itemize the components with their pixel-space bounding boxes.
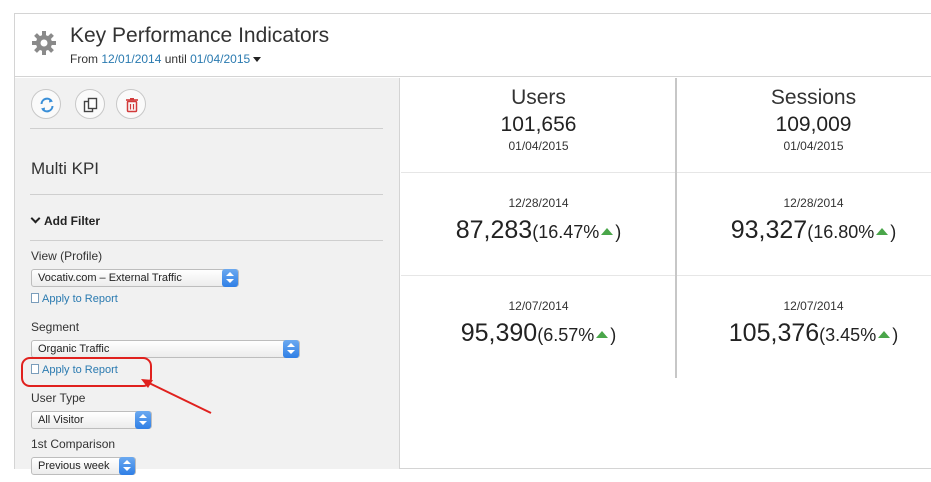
- comparison-value-row: 105,376(3.45%): [728, 319, 899, 347]
- add-filter-toggle[interactable]: Add Filter: [30, 213, 100, 228]
- select-arrows-icon: [283, 340, 299, 358]
- view-apply-to-report-link[interactable]: Apply to Report: [31, 293, 118, 305]
- trend-up-icon: [596, 330, 609, 338]
- metric-value: 101,656: [500, 113, 577, 136]
- comparison-pct: 16.80%: [813, 222, 875, 242]
- metric-date: 01/04/2015: [508, 139, 569, 153]
- copy-icon: [83, 97, 98, 113]
- metric-date: 01/04/2015: [783, 139, 844, 153]
- until-date[interactable]: 01/04/2015: [190, 52, 250, 66]
- segment-label: Segment: [31, 320, 80, 334]
- widget-header: Key Performance Indicators From 12/01/20…: [15, 14, 931, 77]
- highlight-annotation: [21, 357, 152, 387]
- filter-sidebar: Multi KPI Add Filter View (Profile) Voca…: [15, 78, 400, 475]
- comparison-date: 12/28/2014: [508, 196, 569, 210]
- user-type-label: User Type: [31, 391, 86, 405]
- gear-icon[interactable]: [31, 30, 57, 56]
- comparison-value-row: 93,327(16.80%): [730, 216, 897, 244]
- refresh-button[interactable]: [31, 89, 61, 119]
- comparison-label: 1st Comparison: [31, 437, 116, 451]
- view-profile-label: View (Profile): [31, 249, 103, 263]
- divider: [30, 128, 383, 129]
- copy-button[interactable]: [75, 89, 105, 119]
- view-profile-select[interactable]: Vocativ.com – External Traffic: [31, 269, 239, 287]
- segment-select[interactable]: Organic Traffic: [31, 340, 300, 358]
- trend-up-icon: [876, 227, 889, 235]
- comparison-date: 12/07/2014: [783, 299, 844, 313]
- until-label: until: [164, 52, 187, 66]
- divider: [30, 240, 383, 241]
- annotation-arrow-icon: [141, 379, 212, 414]
- comparison-value: 105,376: [728, 319, 820, 347]
- divider: [30, 194, 383, 195]
- delete-button[interactable]: [116, 89, 146, 119]
- select-arrows-icon: [222, 269, 238, 287]
- chevron-down-icon: [30, 213, 41, 224]
- kpi-widget: Key Performance Indicators From 12/01/20…: [14, 13, 931, 475]
- comparison-value: 95,390: [460, 319, 538, 347]
- comparison-select[interactable]: Previous week: [31, 457, 136, 475]
- trend-up-icon: [601, 227, 614, 235]
- comparison-value-row: 87,283(16.47%): [455, 216, 622, 244]
- from-label: From: [70, 52, 98, 66]
- metric-label: Users: [511, 86, 566, 109]
- select-arrows-icon: [119, 457, 135, 475]
- refresh-icon: [40, 97, 54, 113]
- comparison-value-row: 95,390(6.57%): [460, 319, 617, 347]
- document-icon: [31, 293, 39, 303]
- page-title: Key Performance Indicators: [70, 24, 330, 47]
- comparison-date: 12/07/2014: [508, 299, 569, 313]
- row-divider: [401, 172, 931, 173]
- kpi-name[interactable]: Multi KPI: [31, 159, 99, 179]
- comparison-pct: 3.45%: [825, 325, 877, 345]
- from-date[interactable]: 12/01/2014: [101, 52, 161, 66]
- comparison-date: 12/28/2014: [783, 196, 844, 210]
- trash-icon: [126, 98, 138, 113]
- comparison-value: 87,283: [455, 216, 533, 244]
- date-range[interactable]: From 12/01/2014 until 01/04/2015: [70, 52, 262, 66]
- comparison-pct: 6.57%: [543, 325, 595, 345]
- caret-down-icon[interactable]: [253, 57, 262, 63]
- comparison-pct: 16.47%: [538, 222, 600, 242]
- user-type-select[interactable]: All Visitor: [31, 411, 152, 429]
- metric-label: Sessions: [770, 86, 857, 109]
- comparison-value: 93,327: [730, 216, 808, 244]
- trend-up-icon: [878, 330, 891, 338]
- metric-value: 109,009: [775, 113, 852, 136]
- row-divider: [401, 275, 931, 276]
